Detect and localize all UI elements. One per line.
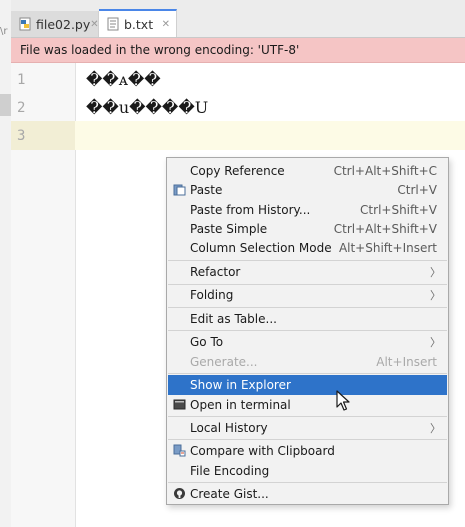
menu-item-shortcut: Ctrl+Alt+Shift+C <box>333 164 437 178</box>
encoding-warning-banner: File was loaded in the wrong encoding: '… <box>11 38 465 63</box>
chevron-right-icon: 〉 <box>430 289 441 302</box>
tab-label: file02.py <box>36 16 91 32</box>
menu-item-label: Generate... <box>190 355 258 369</box>
menu-separator <box>168 373 447 374</box>
menu-item-shortcut: Alt+Insert <box>376 355 437 369</box>
github-icon <box>173 487 186 500</box>
menu-item-folding[interactable]: Folding 〉 <box>168 285 447 305</box>
close-icon[interactable]: ✕ <box>162 19 170 30</box>
menu-item-paste-simple[interactable]: Paste Simple Ctrl+Alt+Shift+V <box>168 219 447 239</box>
menu-item-label: Paste Simple <box>190 222 268 236</box>
chevron-right-icon: 〉 <box>430 422 441 435</box>
menu-separator <box>168 330 447 331</box>
text-file-icon <box>107 17 119 31</box>
code-line: ��ᴀ�� <box>86 70 161 89</box>
chevron-right-icon: 〉 <box>430 266 441 279</box>
python-file-icon <box>19 17 31 31</box>
menu-item-label: Go To <box>190 335 224 349</box>
menu-item-refactor[interactable]: Refactor 〉 <box>168 262 447 282</box>
line-number: 2 <box>17 100 26 116</box>
menu-item-copy-reference[interactable]: Copy Reference Ctrl+Alt+Shift+C <box>168 161 447 181</box>
mouse-pointer-icon <box>336 390 350 411</box>
menu-separator <box>168 439 447 440</box>
tab-label: b.txt <box>124 16 154 32</box>
menu-item-column-selection-mode[interactable]: Column Selection Mode Alt+Shift+Insert <box>168 238 447 258</box>
menu-separator <box>168 307 447 308</box>
menu-item-label: Edit as Table... <box>190 312 277 326</box>
menu-item-shortcut: Ctrl+Shift+V <box>360 203 437 217</box>
menu-separator <box>168 416 447 417</box>
menu-item-label: File Encoding <box>190 464 270 478</box>
chevron-right-icon: 〉 <box>430 336 441 349</box>
menu-item-generate[interactable]: Generate... Alt+Insert <box>168 352 447 372</box>
menu-item-label: Compare with Clipboard <box>190 444 335 458</box>
menu-item-paste[interactable]: Paste Ctrl+V <box>168 180 447 200</box>
menu-item-compare-with-clipboard[interactable]: Compare with Clipboard <box>168 441 447 461</box>
tab-b-txt[interactable]: b.txt ✕ <box>99 9 177 37</box>
menu-item-shortcut: Ctrl+V <box>397 183 437 197</box>
menu-item-open-in-terminal[interactable]: Open in terminal <box>168 395 447 415</box>
menu-item-label: Column Selection Mode <box>190 241 332 255</box>
code-line: ��u����U <box>86 98 209 117</box>
menu-item-label: Copy Reference <box>190 164 285 178</box>
banner-text: File was loaded in the wrong encoding: '… <box>20 43 300 57</box>
menu-item-label: Paste <box>190 183 223 197</box>
project-panel-selection <box>0 94 11 116</box>
tab-file02-py[interactable]: file02.py ✕ <box>11 11 99 37</box>
project-panel-text-fragment: \r <box>0 26 8 37</box>
menu-item-local-history[interactable]: Local History 〉 <box>168 418 447 438</box>
line-number: 3 <box>17 128 26 144</box>
editor-tab-bar: file02.py ✕ b.txt ✕ <box>11 0 465 38</box>
editor-context-menu: Copy Reference Ctrl+Alt+Shift+C Paste Ct… <box>166 157 449 505</box>
menu-item-edit-as-table[interactable]: Edit as Table... <box>168 309 447 329</box>
menu-item-label: Folding <box>190 288 234 302</box>
line-number: 1 <box>17 72 26 88</box>
menu-separator <box>168 260 447 261</box>
menu-item-create-gist[interactable]: Create Gist... <box>168 484 447 504</box>
compare-icon <box>173 444 186 457</box>
menu-separator <box>168 482 447 483</box>
menu-item-go-to[interactable]: Go To 〉 <box>168 332 447 352</box>
paste-icon <box>173 183 186 196</box>
menu-item-label: Show in Explorer <box>190 378 291 392</box>
menu-item-shortcut: Alt+Shift+Insert <box>338 241 437 255</box>
menu-item-label: Refactor <box>190 265 241 279</box>
menu-item-label: Open in terminal <box>190 398 291 412</box>
menu-item-paste-from-history[interactable]: Paste from History... Ctrl+Shift+V <box>168 200 447 220</box>
menu-item-label: Create Gist... <box>190 487 269 501</box>
close-icon[interactable]: ✕ <box>90 19 98 30</box>
menu-item-label: Paste from History... <box>190 203 311 217</box>
menu-item-shortcut: Ctrl+Alt+Shift+V <box>333 222 437 236</box>
menu-item-show-in-explorer[interactable]: Show in Explorer <box>168 375 447 395</box>
menu-item-file-encoding[interactable]: File Encoding <box>168 461 447 481</box>
terminal-icon <box>173 398 186 411</box>
menu-item-label: Local History <box>190 421 268 435</box>
